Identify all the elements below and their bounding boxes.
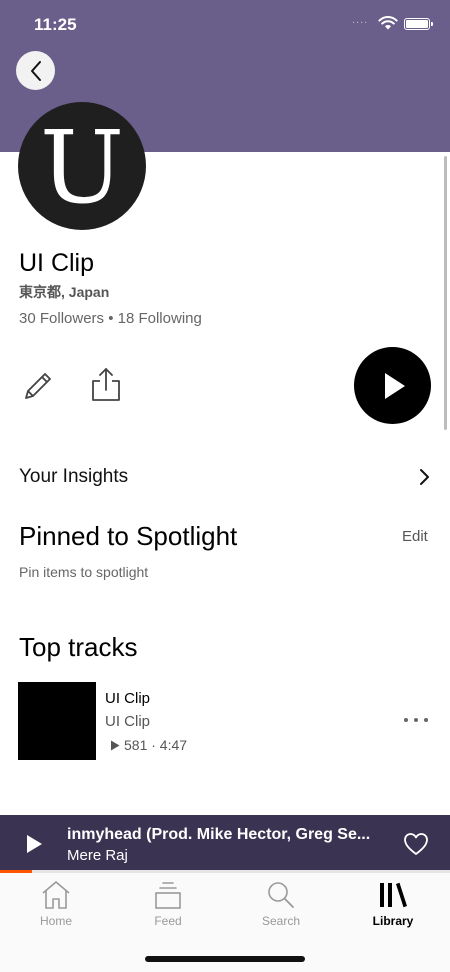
- tab-feed[interactable]: Feed: [128, 879, 208, 939]
- spotlight-title: Pinned to Spotlight: [19, 521, 238, 551]
- play-button[interactable]: [354, 347, 431, 424]
- tab-label: Library: [372, 914, 414, 928]
- avatar-letter: U: [39, 109, 125, 226]
- home-indicator: [145, 956, 305, 962]
- your-insights-row[interactable]: Your Insights: [19, 460, 431, 494]
- mini-player-title: inmyhead (Prod. Mike Hector, Greg Se...: [67, 826, 371, 843]
- spotlight-edit-button[interactable]: Edit: [402, 528, 428, 545]
- followers-following[interactable]: 30 Followers • 18 Following: [19, 310, 202, 327]
- avatar: U: [18, 102, 146, 230]
- profile-location: 東京都, Japan: [19, 284, 110, 300]
- heart-icon[interactable]: [403, 832, 429, 856]
- track-artwork: [18, 682, 96, 760]
- chevron-left-icon: [30, 60, 41, 81]
- tab-library[interactable]: Library: [353, 879, 433, 939]
- play-icon: [384, 372, 405, 399]
- tab-label: Feed: [154, 914, 182, 928]
- wifi-icon: [378, 16, 398, 30]
- scroll-indicator: [444, 156, 447, 430]
- pencil-icon: [25, 373, 51, 399]
- status-time: 11:25: [34, 15, 77, 34]
- home-icon: [42, 881, 70, 909]
- mini-player[interactable]: inmyhead (Prod. Mike Hector, Greg Se... …: [0, 815, 450, 872]
- track-row[interactable]: UI Clip UI Clip 581 · 4:47: [18, 682, 432, 760]
- back-button[interactable]: [16, 51, 55, 90]
- play-count-icon: [111, 740, 120, 750]
- mini-player-artist: Mere Raj: [67, 847, 128, 864]
- more-dot-icon: [424, 718, 428, 722]
- spotlight-subtitle: Pin items to spotlight: [19, 564, 149, 580]
- more-dot-icon: [414, 718, 418, 722]
- edit-profile-button[interactable]: [20, 368, 56, 404]
- more-options-button[interactable]: [404, 710, 428, 730]
- chevron-right-icon: [420, 469, 429, 485]
- tab-bar: Home Feed Search Library: [0, 873, 450, 972]
- track-artist: UI Clip: [105, 713, 151, 730]
- track-title: UI Clip: [105, 690, 151, 707]
- share-icon: [92, 368, 120, 401]
- share-button[interactable]: [89, 366, 123, 404]
- tab-home[interactable]: Home: [16, 879, 96, 939]
- tab-label: Search: [261, 914, 301, 928]
- signal-dots: ....: [352, 14, 369, 26]
- track-stats: 581 · 4:47: [110, 737, 187, 753]
- battery-icon: [404, 18, 433, 30]
- profile-name: UI Clip: [19, 249, 95, 277]
- tab-label: Home: [39, 914, 72, 928]
- tab-search[interactable]: Search: [241, 879, 321, 939]
- status-bar: 11:25 ....: [0, 0, 450, 48]
- feed-icon: [155, 882, 181, 909]
- insights-label: Your Insights: [19, 466, 129, 487]
- library-icon: [380, 882, 407, 908]
- search-icon: [268, 882, 294, 908]
- top-tracks-title: Top tracks: [19, 632, 138, 662]
- more-dot-icon: [404, 718, 408, 722]
- track-stats-text: 581 · 4:47: [124, 737, 188, 753]
- mini-play-icon[interactable]: [24, 834, 44, 854]
